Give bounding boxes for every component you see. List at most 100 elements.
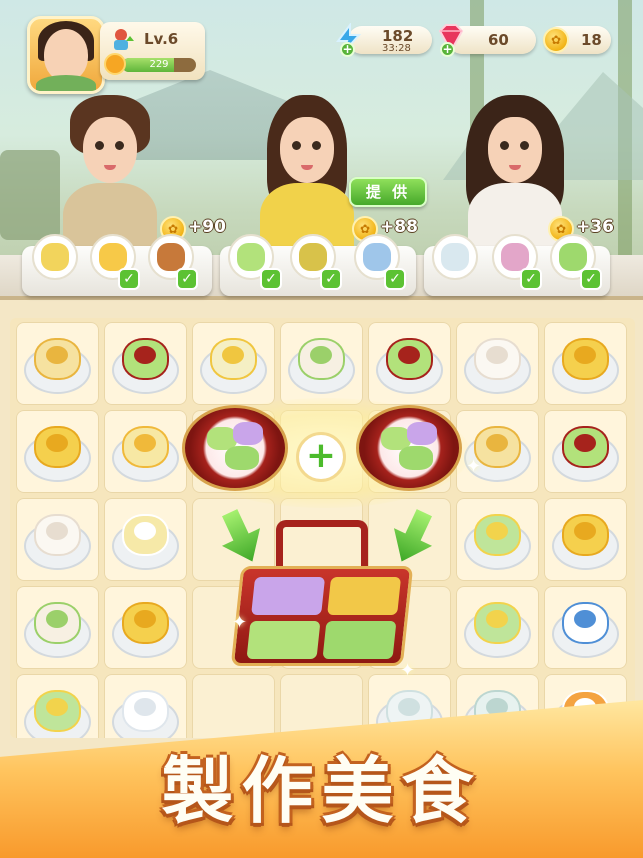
gem-value: 60 [488, 31, 509, 49]
box-icon [112, 332, 179, 394]
counter-edge [0, 296, 643, 300]
board-cell-flower-cake[interactable] [544, 498, 627, 581]
board-cell-flower-cake[interactable] [544, 322, 627, 405]
gem-counter[interactable]: + 60 [438, 24, 536, 57]
sparkle-icon: ✦ [400, 660, 416, 681]
sparkle-icon: ✦ [466, 456, 482, 477]
sun-icon [104, 53, 126, 75]
add-energy-button[interactable]: + [340, 42, 355, 57]
sandwich-icon [24, 684, 91, 738]
board-cell-box[interactable] [368, 322, 451, 405]
merge-plus-icon: + [296, 432, 346, 482]
eye [520, 141, 529, 150]
reward-value: +88 [380, 217, 418, 237]
energy-counter[interactable]: + 182 33:28 [336, 23, 432, 57]
board-cell-sandwich[interactable] [456, 586, 539, 669]
check-icon: ✓ [320, 268, 342, 290]
board-cell-sandwich[interactable] [456, 498, 539, 581]
sparkle-icon: ✦ [232, 612, 248, 633]
board-cell-flower-cake[interactable] [16, 410, 99, 493]
add-gem-button[interactable]: + [440, 42, 455, 57]
check-icon: ✓ [520, 268, 542, 290]
yellow-cake [327, 577, 402, 615]
soup-icon [112, 508, 179, 570]
board-cell-box[interactable] [544, 410, 627, 493]
board-cell-tofu[interactable] [104, 410, 187, 493]
avatar-body [36, 75, 96, 91]
lavender-cake [251, 577, 326, 615]
cake-icon [200, 332, 267, 394]
box-body [230, 566, 414, 666]
teapot-icon [552, 596, 619, 658]
level-panel[interactable]: Lv.6 229 [100, 22, 205, 80]
level-label: Lv.6 [144, 30, 179, 48]
xp-value: 229 [149, 59, 169, 70]
flower-cake-icon [552, 508, 619, 570]
reward-value: +90 [188, 217, 226, 237]
banner-title: 製作美食 [161, 749, 482, 833]
merge-source-box-left[interactable] [182, 405, 288, 491]
order-dish-soup [32, 234, 78, 280]
player-avatar[interactable] [27, 16, 105, 94]
check-icon: ✓ [580, 268, 602, 290]
steamed-bun-icon [464, 332, 531, 394]
board-cell-soup[interactable] [104, 498, 187, 581]
provide-button[interactable]: 提 供 [349, 177, 427, 207]
mouth [301, 165, 313, 170]
coin-value: 18 [581, 31, 602, 49]
green-flower-cake [322, 621, 397, 659]
level-up-icon [114, 29, 134, 50]
coin-icon [543, 27, 569, 53]
eye [312, 141, 321, 150]
mouth [509, 165, 521, 170]
roll-icon [24, 596, 91, 658]
xp-bar: 229 [122, 58, 196, 72]
board-cell-cake[interactable] [192, 322, 275, 405]
board-cell-steamed-bun[interactable] [456, 322, 539, 405]
mouth [104, 165, 116, 170]
roll-icon [288, 332, 355, 394]
board-cell-napkin[interactable] [104, 674, 187, 738]
avatar-face [44, 29, 88, 81]
flower-cake-icon [112, 596, 179, 658]
tofu-icon [112, 420, 179, 482]
bench-decor [0, 150, 60, 240]
board-cell-sandwich[interactable] [16, 674, 99, 738]
merged-food-box[interactable] [230, 520, 414, 670]
box-icon [552, 420, 619, 482]
eye [500, 141, 509, 150]
box-icon [376, 332, 443, 394]
customer-face [488, 117, 542, 183]
board-cell-box[interactable] [104, 322, 187, 405]
reward-value: +36 [576, 217, 614, 237]
board-cell-flower-cake[interactable] [104, 586, 187, 669]
customer-face [83, 117, 137, 183]
napkin-icon [112, 684, 179, 738]
board-cell-roll[interactable] [16, 586, 99, 669]
bun-icon [24, 332, 91, 394]
order-tray-1[interactable]: ✓ ✓ [22, 234, 212, 296]
board-cell-bun[interactable] [16, 322, 99, 405]
board-cell-roll[interactable] [280, 322, 363, 405]
sandwich-icon [464, 596, 531, 658]
steamed-bun-icon [24, 508, 91, 570]
green-cake [246, 621, 321, 659]
eye [95, 141, 104, 150]
order-tray-2[interactable]: ✓ ✓ ✓ [220, 234, 416, 296]
sandwich-icon [464, 508, 531, 570]
order-tray-3[interactable]: ✓ ✓ [424, 234, 610, 296]
coin-counter[interactable]: 18 [543, 26, 611, 54]
flower-cake-icon [552, 332, 619, 394]
board-cell-steamed-bun[interactable] [16, 498, 99, 581]
flower-cake-icon [24, 420, 91, 482]
check-icon: ✓ [260, 268, 282, 290]
energy-timer: 33:28 [382, 43, 411, 54]
merge-source-box-right[interactable] [356, 405, 462, 491]
eye [292, 141, 301, 150]
check-icon: ✓ [176, 268, 198, 290]
board-cell-teapot[interactable] [544, 586, 627, 669]
check-icon: ✓ [118, 268, 140, 290]
eye [115, 141, 124, 150]
order-dish-vase [432, 234, 478, 280]
board-cell-empty[interactable] [192, 674, 275, 738]
